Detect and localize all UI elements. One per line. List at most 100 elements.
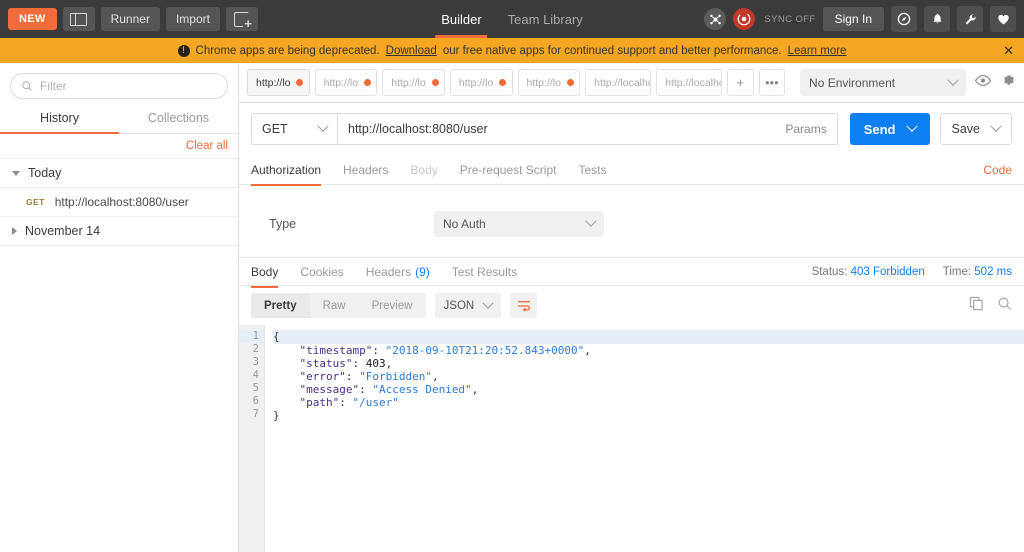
history-group-label: November 14 bbox=[25, 224, 101, 238]
method-selector[interactable]: GET bbox=[251, 113, 337, 145]
gear-icon[interactable] bbox=[1000, 72, 1016, 93]
params-button[interactable]: Params bbox=[785, 122, 826, 136]
bell-icon[interactable] bbox=[924, 6, 950, 32]
sidebar-tab-collections[interactable]: Collections bbox=[119, 105, 238, 133]
code-line: "error": "Forbidden", bbox=[273, 370, 439, 383]
request-tab[interactable]: http://localho bbox=[656, 69, 723, 96]
request-tab[interactable]: http://localho bbox=[585, 69, 652, 96]
notice-text-before: Chrome apps are being deprecated. bbox=[195, 44, 380, 57]
more-options-button[interactable]: ••• bbox=[758, 69, 786, 96]
unsaved-dot-icon bbox=[566, 79, 574, 86]
request-method-badge: GET bbox=[26, 197, 45, 207]
top-nav-tabs: Builder Team Library bbox=[435, 0, 583, 38]
scatter-icon[interactable] bbox=[704, 8, 727, 30]
request-tab[interactable]: http://lo bbox=[247, 69, 310, 96]
url-input[interactable]: http://localhost:8080/user Params bbox=[337, 113, 838, 145]
notice-learn-more-link[interactable]: Learn more bbox=[788, 45, 847, 57]
notice-download-link[interactable]: Download bbox=[386, 45, 437, 57]
runner-button[interactable]: Runner bbox=[100, 7, 160, 31]
new-tab-icon[interactable] bbox=[225, 7, 258, 31]
search-icon[interactable] bbox=[997, 296, 1012, 316]
deprecation-notice-bar: ! Chrome apps are being deprecated. Down… bbox=[0, 38, 1024, 63]
clear-all-button[interactable]: Clear all bbox=[186, 140, 228, 152]
notice-text-middle: our free native apps for continued suppo… bbox=[442, 44, 782, 57]
tab-tests[interactable]: Tests bbox=[578, 155, 606, 185]
chevron-down-icon[interactable] bbox=[905, 120, 918, 132]
tab-builder[interactable]: Builder bbox=[435, 0, 489, 38]
exclamation-icon: ! bbox=[177, 44, 190, 57]
tab-team-library[interactable]: Team Library bbox=[508, 0, 583, 38]
top-bar-left-actions: NEW Runner Import bbox=[0, 7, 258, 31]
tab-response-body[interactable]: Body bbox=[251, 257, 279, 288]
tab-cookies[interactable]: Cookies bbox=[300, 257, 343, 287]
send-label: Send bbox=[863, 121, 896, 137]
status-label: Status: bbox=[811, 265, 848, 278]
copy-icon[interactable] bbox=[969, 296, 984, 316]
eye-icon[interactable] bbox=[974, 74, 992, 92]
top-bar-right-actions: SYNC OFF Sign In bbox=[704, 6, 1024, 32]
code-line: "message": "Access Denied", bbox=[273, 383, 479, 396]
request-tab[interactable]: http://lo bbox=[449, 69, 513, 96]
line-number: 6 bbox=[252, 395, 259, 407]
sync-circle-icon[interactable] bbox=[733, 8, 756, 30]
search-input[interactable]: Filter bbox=[10, 73, 228, 99]
environment-controls: No Environment bbox=[790, 69, 1016, 96]
json-code-content: { "timestamp": "2018-09-10T21:20:52.843+… bbox=[265, 325, 1024, 552]
tab-test-results[interactable]: Test Results bbox=[452, 257, 517, 287]
import-button[interactable]: Import bbox=[165, 7, 220, 31]
format-preview[interactable]: Preview bbox=[359, 293, 426, 318]
tab-body[interactable]: Body bbox=[410, 155, 437, 185]
chevron-down-icon bbox=[585, 215, 597, 227]
search-icon bbox=[22, 81, 32, 91]
response-body-viewer[interactable]: 1 2 3 4 5 6 7 { "timestamp": "2018-09-10… bbox=[239, 325, 1024, 552]
request-tab-label: http://localho bbox=[594, 76, 652, 89]
sign-in-button[interactable]: Sign In bbox=[822, 7, 884, 31]
chevron-down-icon bbox=[482, 297, 494, 309]
tab-response-headers[interactable]: Headers (9) bbox=[366, 257, 430, 287]
tab-authorization[interactable]: Authorization bbox=[251, 155, 322, 186]
line-number: 2 bbox=[252, 343, 259, 355]
send-button[interactable]: Send bbox=[849, 113, 930, 145]
chevron-down-icon bbox=[947, 74, 959, 86]
request-tab[interactable]: http://lo bbox=[314, 69, 378, 96]
format-pretty[interactable]: Pretty bbox=[251, 293, 310, 318]
format-raw[interactable]: Raw bbox=[310, 293, 359, 318]
history-group-today[interactable]: Today bbox=[0, 159, 238, 188]
method-value: GET bbox=[262, 122, 288, 136]
code-line: "status": 403, bbox=[273, 357, 393, 370]
unsaved-dot-icon bbox=[364, 79, 372, 86]
tab-pre-request-script[interactable]: Pre-request Script bbox=[460, 155, 557, 185]
code-link[interactable]: Code bbox=[983, 163, 1012, 177]
response-section-tabs: Body Cookies Headers (9) Test Results St… bbox=[239, 257, 1024, 288]
new-button[interactable]: NEW bbox=[8, 8, 57, 30]
sidebar-tab-history[interactable]: History bbox=[0, 105, 119, 134]
request-tab[interactable]: http://lo bbox=[382, 69, 445, 96]
request-section-tabs: Authorization Headers Body Pre-request S… bbox=[239, 155, 1024, 186]
chevron-down-icon[interactable] bbox=[990, 120, 1002, 132]
sync-status-label: SYNC OFF bbox=[764, 13, 816, 25]
heart-icon[interactable] bbox=[990, 6, 1016, 32]
chevron-down-icon bbox=[12, 170, 20, 176]
line-number: 3 bbox=[252, 356, 259, 368]
time-group: Time: 502 ms bbox=[943, 266, 1012, 278]
wrench-icon[interactable] bbox=[957, 6, 983, 32]
history-group-november-14[interactable]: November 14 bbox=[0, 217, 238, 246]
request-tab-label: http://lo bbox=[256, 76, 291, 89]
history-group-label: Today bbox=[28, 166, 62, 180]
list-item[interactable]: GET http://localhost:8080/user bbox=[0, 188, 238, 217]
word-wrap-icon[interactable] bbox=[510, 293, 538, 318]
language-selector[interactable]: JSON bbox=[434, 293, 502, 318]
environment-selector[interactable]: No Environment bbox=[800, 69, 967, 96]
tab-headers[interactable]: Headers bbox=[343, 155, 388, 185]
request-tab-label: http://lo bbox=[391, 76, 426, 89]
split-pane-icon[interactable] bbox=[62, 7, 95, 31]
request-url-row: GET http://localhost:8080/user Params Se… bbox=[239, 103, 1024, 155]
request-tab[interactable]: http://lo bbox=[517, 69, 581, 96]
status-group: Status: 403 Forbidden bbox=[812, 266, 925, 278]
add-tab-button[interactable]: + bbox=[727, 69, 754, 96]
auth-type-selector[interactable]: No Auth bbox=[434, 211, 604, 237]
close-icon[interactable]: ✕ bbox=[1003, 44, 1014, 57]
sidebar-tabs: History Collections bbox=[0, 105, 238, 134]
compass-icon[interactable] bbox=[891, 6, 917, 32]
save-button[interactable]: Save bbox=[939, 113, 1012, 145]
